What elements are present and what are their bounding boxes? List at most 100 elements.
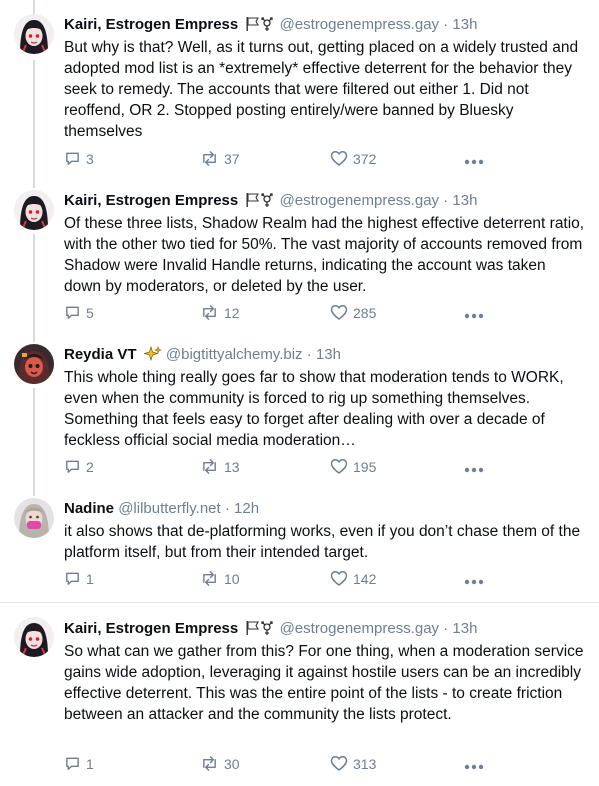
separator-dot: · xyxy=(306,346,312,363)
author-handle[interactable]: @estrogenempress.gay xyxy=(280,192,439,209)
reply-icon xyxy=(66,572,79,585)
ellipsis-icon xyxy=(464,313,484,319)
reply-button[interactable]: 3 xyxy=(64,150,94,167)
like-count: 285 xyxy=(353,304,377,321)
reply-count: 1 xyxy=(86,570,94,587)
heart-icon xyxy=(330,151,348,166)
like-button[interactable]: 142 xyxy=(330,570,376,587)
avatar[interactable] xyxy=(14,498,54,538)
author-name[interactable]: Kairi, Estrogen Empress xyxy=(64,16,238,33)
heart-icon xyxy=(330,305,348,320)
repost-button[interactable]: 30 xyxy=(200,755,240,772)
avatar[interactable] xyxy=(14,617,54,657)
flag-icon xyxy=(246,621,274,635)
post-text: This whole thing really goes far to show… xyxy=(64,369,564,449)
separator-dot: · xyxy=(443,16,449,33)
like-button[interactable]: 195 xyxy=(330,458,376,475)
repost-icon xyxy=(203,305,216,320)
transgender-symbol-icon xyxy=(261,621,274,635)
repost-button[interactable]: 37 xyxy=(200,150,240,167)
more-options-button[interactable] xyxy=(464,757,484,773)
heart-icon xyxy=(330,756,348,771)
reply-count: 5 xyxy=(86,304,94,321)
separator-dot: · xyxy=(224,500,230,517)
like-count: 313 xyxy=(353,755,377,772)
badge-icons xyxy=(245,620,275,642)
post[interactable]: Kairi, Estrogen Empress @estrogenempress… xyxy=(0,603,599,786)
author-handle[interactable]: @estrogenempress.gay xyxy=(280,16,439,33)
repost-count: 12 xyxy=(224,304,240,321)
more-options-button[interactable] xyxy=(464,460,484,476)
author-name[interactable]: Nadine xyxy=(64,500,114,517)
more-options-button[interactable] xyxy=(464,152,484,168)
post[interactable]: Nadine @lilbutterfly.net · 12h it also s… xyxy=(0,494,599,600)
kairi-avatar-image xyxy=(14,190,54,230)
heart-icon xyxy=(330,459,348,474)
post[interactable]: Kairi, Estrogen Empress @estrogenempress… xyxy=(0,186,599,340)
post-timestamp[interactable]: 12h xyxy=(234,500,259,517)
reply-count: 2 xyxy=(86,458,94,475)
post-actions: 2 13 195 xyxy=(64,458,494,478)
post[interactable]: Kairi, Estrogen Empress @estrogenempress… xyxy=(0,0,599,186)
post[interactable]: Reydia VT @bigtittyalchemy.biz · 13h Thi… xyxy=(0,340,599,494)
post-timestamp[interactable]: 13h xyxy=(452,620,477,637)
like-button[interactable]: 285 xyxy=(330,304,376,321)
kairi-avatar-image xyxy=(14,617,54,657)
repost-count: 13 xyxy=(224,458,240,475)
repost-icon xyxy=(203,151,216,166)
author-name[interactable]: Kairi, Estrogen Empress xyxy=(64,620,238,637)
post-header: Nadine @lilbutterfly.net · 12h xyxy=(64,499,259,519)
post-text: Of these three lists, Shadow Realm had t… xyxy=(64,215,585,295)
like-button[interactable]: 372 xyxy=(330,150,376,167)
post-timestamp[interactable]: 13h xyxy=(316,346,341,363)
like-count: 195 xyxy=(353,458,377,475)
author-handle[interactable]: @estrogenempress.gay xyxy=(280,620,439,637)
post-header: Kairi, Estrogen Empress @estrogenempress… xyxy=(64,619,477,642)
repost-icon xyxy=(203,459,216,474)
reply-icon xyxy=(66,757,79,770)
repost-button[interactable]: 12 xyxy=(200,304,240,321)
author-name[interactable]: Kairi, Estrogen Empress xyxy=(64,192,238,209)
repost-button[interactable]: 10 xyxy=(200,570,240,587)
post-timestamp[interactable]: 13h xyxy=(452,192,477,209)
reply-icon xyxy=(66,306,79,319)
repost-count: 30 xyxy=(224,755,240,772)
badge-icons xyxy=(245,16,275,38)
sparkle-icon xyxy=(143,345,162,362)
reply-icon xyxy=(66,460,79,473)
author-name[interactable]: Reydia VT xyxy=(64,346,137,363)
repost-count: 37 xyxy=(224,150,240,167)
separator-dot: · xyxy=(443,192,449,209)
transgender-symbol-icon xyxy=(261,17,274,31)
repost-icon xyxy=(203,571,216,586)
heart-icon xyxy=(330,571,348,586)
like-count: 372 xyxy=(353,150,377,167)
repost-button[interactable]: 13 xyxy=(200,458,240,475)
reply-button[interactable]: 1 xyxy=(64,755,94,772)
post-header: Kairi, Estrogen Empress @estrogenempress… xyxy=(64,15,477,38)
nadine-avatar-image xyxy=(14,498,54,538)
post-actions: 1 30 313 xyxy=(64,755,494,775)
avatar[interactable] xyxy=(14,190,54,230)
reply-button[interactable]: 5 xyxy=(64,304,94,321)
ellipsis-icon xyxy=(464,467,484,473)
post-timestamp[interactable]: 13h xyxy=(452,16,477,33)
author-handle[interactable]: @bigtittyalchemy.biz xyxy=(166,346,303,363)
more-options-button[interactable] xyxy=(464,306,484,322)
like-button[interactable]: 313 xyxy=(330,755,376,772)
kairi-avatar-image xyxy=(14,14,54,54)
repost-icon xyxy=(203,756,216,771)
post-actions: 5 12 285 xyxy=(64,304,494,324)
reply-button[interactable]: 2 xyxy=(64,458,94,475)
post-text: it also shows that de-platforming works,… xyxy=(64,523,581,561)
badge-icons xyxy=(245,192,275,214)
more-options-button[interactable] xyxy=(464,572,484,588)
avatar[interactable] xyxy=(14,14,54,54)
flag-icon xyxy=(246,17,274,31)
reply-button[interactable]: 1 xyxy=(64,570,94,587)
ellipsis-icon xyxy=(464,159,484,165)
reply-count: 3 xyxy=(86,150,94,167)
author-handle[interactable]: @lilbutterfly.net xyxy=(118,500,221,517)
reydia-avatar-image xyxy=(14,344,54,384)
avatar[interactable] xyxy=(14,344,54,384)
